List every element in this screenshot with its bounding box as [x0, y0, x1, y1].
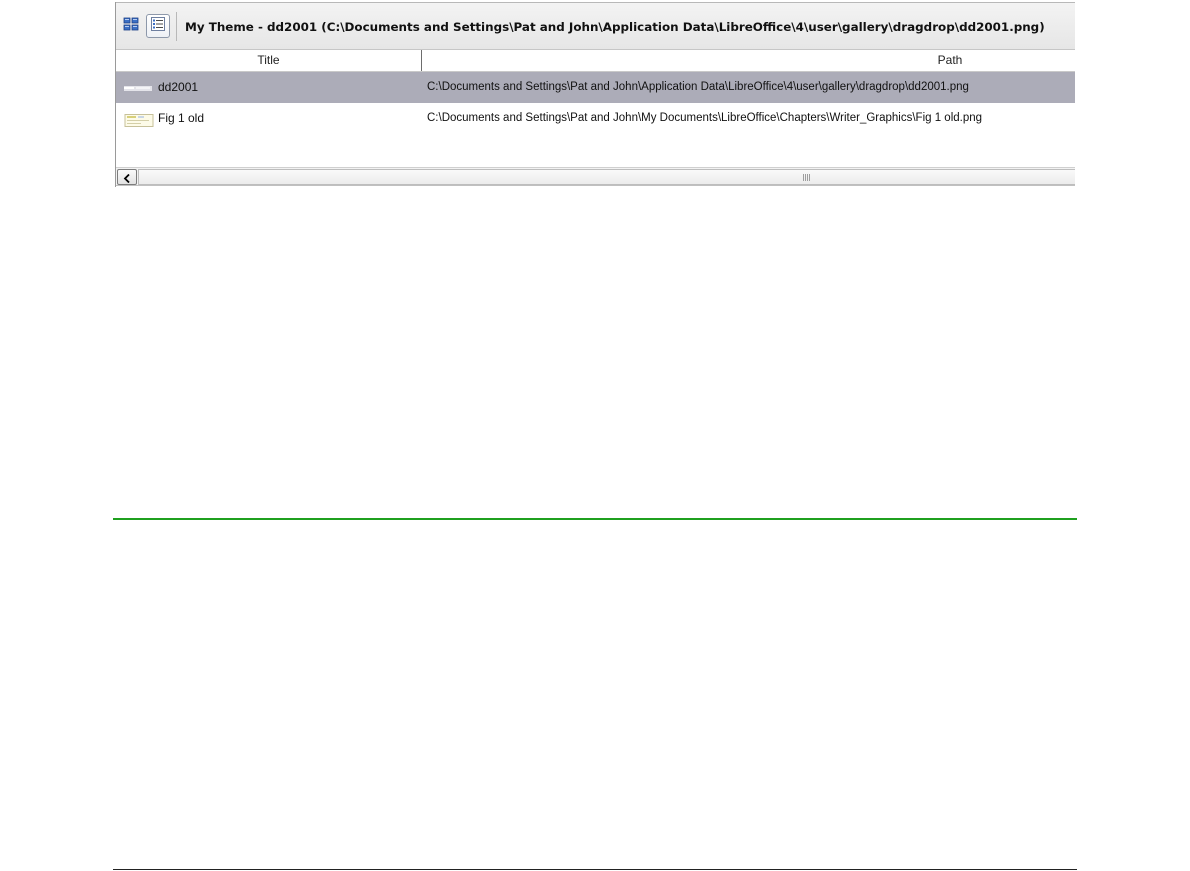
toolbar-separator	[176, 12, 177, 41]
grid-view-icon	[123, 16, 139, 36]
theme-title: My Theme - dd2001 (C:\Documents and Sett…	[185, 20, 1045, 34]
gallery-toolbar: My Theme - dd2001 (C:\Documents and Sett…	[116, 2, 1075, 50]
column-header-title[interactable]: Title	[116, 50, 422, 71]
gallery-row[interactable]: Fig 1 old C:\Documents and Settings\Pat …	[116, 103, 1075, 134]
page: My Theme - dd2001 (C:\Documents and Sett…	[0, 0, 1190, 871]
row-path: C:\Documents and Settings\Pat and John\M…	[427, 112, 983, 124]
dd2001-thumbnail	[122, 81, 154, 94]
icon-view-button[interactable]	[119, 14, 143, 38]
column-header-path[interactable]: Path	[423, 50, 1075, 71]
green-divider	[113, 518, 1077, 520]
column-header: Title Path	[116, 50, 1075, 72]
scrollbar-grip	[803, 174, 810, 181]
bottom-divider	[113, 869, 1077, 870]
scrollbar-thumb[interactable]	[138, 169, 1075, 185]
gallery-panel: My Theme - dd2001 (C:\Documents and Sett…	[115, 2, 1075, 187]
fig-1-old-thumbnail	[122, 112, 154, 127]
scroll-left-button[interactable]	[117, 169, 137, 185]
gallery-row[interactable]: dd2001 C:\Documents and Settings\Pat and…	[116, 72, 1075, 103]
chevron-left-icon	[123, 168, 131, 187]
detail-view-button[interactable]	[146, 14, 170, 38]
horizontal-scrollbar[interactable]	[116, 167, 1075, 186]
row-path: C:\Documents and Settings\Pat and John\A…	[427, 81, 969, 93]
row-title: dd2001	[158, 80, 199, 94]
detail-list-view-icon	[150, 16, 166, 36]
row-title: Fig 1 old	[158, 111, 205, 125]
